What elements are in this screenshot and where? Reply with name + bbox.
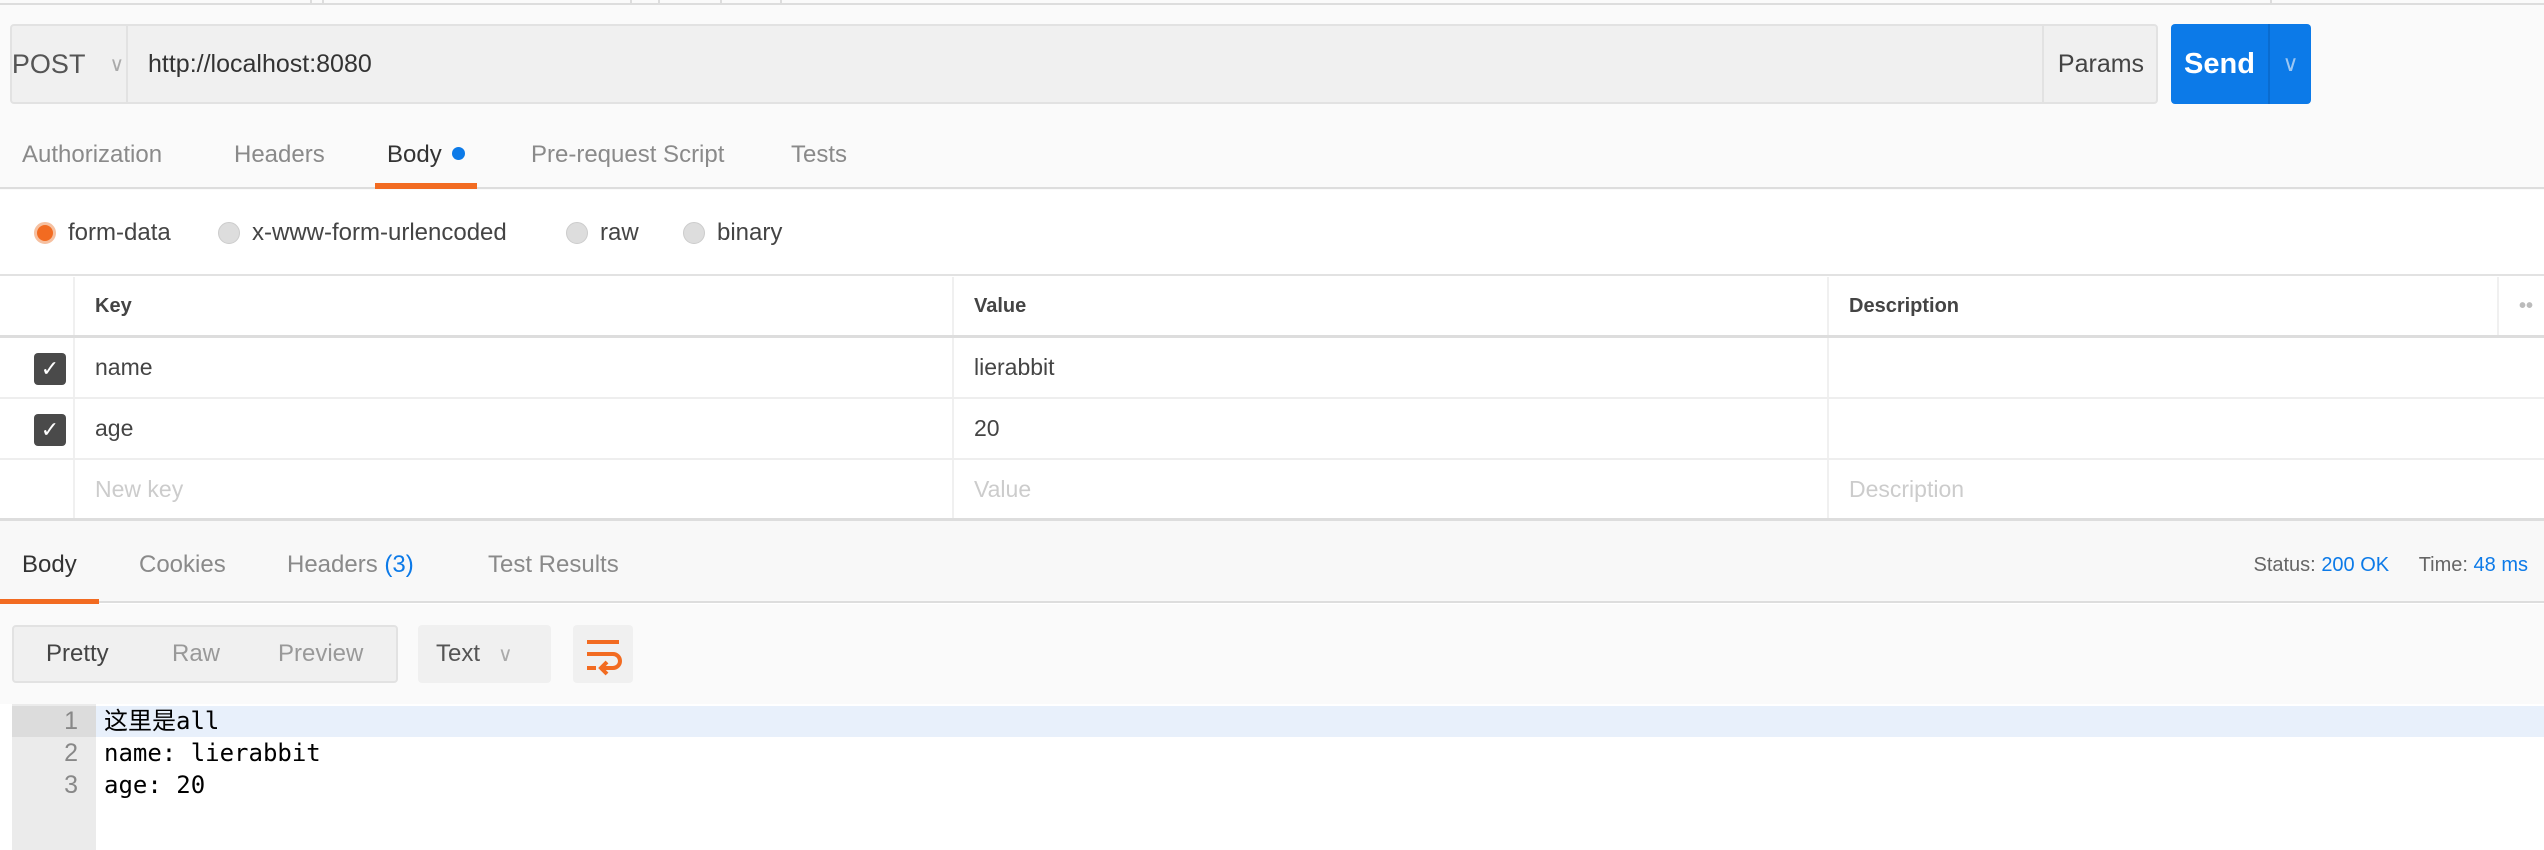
line-number: 3 bbox=[64, 771, 78, 799]
format-label: Text bbox=[436, 640, 481, 667]
radio-binary[interactable]: binary bbox=[683, 190, 782, 276]
table-row: ✓ age 20 bbox=[0, 399, 2544, 460]
status-label: Status: bbox=[2253, 554, 2316, 576]
radio-icon bbox=[683, 222, 705, 244]
description-cell[interactable] bbox=[1827, 399, 2544, 458]
radio-label: x-www-form-urlencoded bbox=[252, 219, 507, 246]
line-text: 这里是all bbox=[104, 707, 220, 735]
value-cell[interactable]: lierabbit bbox=[952, 338, 1827, 397]
url-input[interactable]: http://localhost:8080 bbox=[148, 24, 372, 104]
response-tabs: Body Cookies Headers (3) Test Results bbox=[0, 521, 2544, 605]
method-select[interactable]: POST ∨ bbox=[10, 24, 128, 104]
tab-response-body[interactable]: Body bbox=[0, 521, 99, 605]
tab-label: Headers bbox=[287, 551, 378, 578]
format-select[interactable]: Text ∨ bbox=[418, 625, 551, 683]
radio-raw[interactable]: raw bbox=[566, 190, 639, 276]
tab-test-results[interactable]: Test Results bbox=[488, 521, 619, 603]
send-button[interactable]: Send bbox=[2171, 24, 2268, 104]
line-text: name: lierabbit bbox=[104, 739, 321, 767]
radio-x-www-form-urlencoded[interactable]: x-www-form-urlencoded bbox=[218, 190, 507, 276]
chevron-down-icon: ∨ bbox=[498, 644, 513, 666]
value-cell[interactable]: 20 bbox=[952, 399, 1827, 458]
body-mode-radios: form-data x-www-form-urlencoded raw bina… bbox=[0, 190, 2544, 276]
more-options-icon[interactable]: •• bbox=[2497, 277, 2544, 335]
row-checkbox[interactable]: ✓ bbox=[34, 414, 66, 446]
table-header: Key Value Description •• bbox=[0, 277, 2544, 338]
header-description: Description bbox=[1827, 277, 2497, 335]
response-status: Status: 200 OK Time: 48 ms bbox=[2253, 521, 2528, 603]
row-checkbox[interactable]: ✓ bbox=[34, 353, 66, 385]
tab-body-label: Body bbox=[387, 141, 442, 168]
time-label: Time: bbox=[2418, 554, 2468, 576]
code-line: 1 这里是all bbox=[12, 706, 2544, 737]
window-tab-strip bbox=[0, 0, 2544, 5]
radio-icon bbox=[566, 222, 588, 244]
radio-form-data[interactable]: form-data bbox=[34, 190, 171, 276]
status-value: 200 OK bbox=[2321, 554, 2390, 576]
key-cell[interactable]: name bbox=[73, 338, 952, 397]
pretty-button[interactable]: Pretty bbox=[46, 627, 109, 681]
code-line: 2 name: lierabbit bbox=[12, 738, 2544, 769]
tab-tests[interactable]: Tests bbox=[791, 120, 847, 189]
tab-authorization[interactable]: Authorization bbox=[22, 120, 162, 189]
tab-pre-request-script[interactable]: Pre-request Script bbox=[531, 120, 724, 189]
radio-label: form-data bbox=[68, 219, 171, 246]
line-text: age: 20 bbox=[104, 771, 206, 799]
headers-count-badge: (3) bbox=[384, 551, 414, 578]
radio-label: binary bbox=[717, 219, 783, 246]
line-number: 1 bbox=[12, 706, 96, 737]
radio-label: raw bbox=[600, 219, 639, 246]
view-mode-group: Pretty Raw Preview bbox=[12, 625, 398, 683]
new-key-input[interactable]: New key bbox=[73, 460, 952, 518]
new-value-input[interactable]: Value bbox=[952, 460, 1827, 518]
radio-icon bbox=[218, 222, 240, 244]
request-tabs: Authorization Headers Body Pre-request S… bbox=[0, 120, 2544, 189]
params-button[interactable]: Params bbox=[2042, 24, 2158, 104]
line-number: 2 bbox=[64, 739, 78, 767]
tab-headers[interactable]: Headers bbox=[234, 120, 325, 189]
tab-cookies[interactable]: Cookies bbox=[139, 521, 226, 603]
header-value: Value bbox=[952, 277, 1827, 335]
preview-button[interactable]: Preview bbox=[278, 627, 363, 681]
time-value: 48 ms bbox=[2473, 554, 2528, 576]
radio-selected-icon bbox=[34, 222, 56, 244]
description-cell[interactable] bbox=[1827, 338, 2544, 397]
send-dropdown-chevron-icon[interactable]: ∨ bbox=[2268, 24, 2311, 104]
header-key: Key bbox=[73, 277, 952, 335]
tab-response-headers[interactable]: Headers (3) bbox=[287, 521, 414, 603]
tab-body[interactable]: Body bbox=[375, 120, 477, 189]
send-button-group: Send ∨ bbox=[2171, 24, 2311, 104]
new-description-input[interactable]: Description bbox=[1827, 460, 2544, 518]
code-line: 3 age: 20 bbox=[12, 770, 2544, 801]
table-row: ✓ name lierabbit bbox=[0, 338, 2544, 399]
raw-button[interactable]: Raw bbox=[172, 627, 220, 681]
wrap-lines-icon bbox=[587, 640, 622, 676]
method-label: POST bbox=[11, 48, 86, 79]
wrap-lines-button[interactable] bbox=[573, 625, 633, 683]
new-row: New key Value Description bbox=[0, 460, 2544, 521]
key-cell[interactable]: age bbox=[73, 399, 952, 458]
modified-dot-icon bbox=[451, 147, 465, 160]
chevron-down-icon: ∨ bbox=[109, 53, 125, 76]
